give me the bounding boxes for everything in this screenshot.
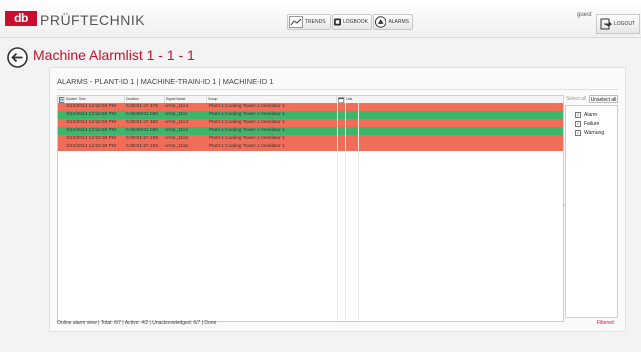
cell-duration: 0.00:01:47.450 (126, 120, 159, 125)
logbook-label: LOGBOOK (342, 19, 368, 25)
table-row[interactable]: 3/10/2014 12:52:30 PM 0.00:01:27.159 vrms_… (58, 135, 563, 143)
alarms-button[interactable]: ALARMS (373, 14, 413, 30)
logbook-button[interactable]: LOGBOOK (332, 14, 372, 30)
col-signal-name[interactable]: Signal Name (165, 96, 207, 103)
table-row[interactable]: 3/10/2014 12:52:50 PM 0.00:00:01.030 vrms_… (58, 127, 563, 135)
grid-line (345, 103, 346, 321)
cell-group: Plant 1.Cooling Tower 1.Ventilator 1 (209, 104, 285, 109)
cell-group: Plant 1.Cooling Tower 1.Ventilator 1 (209, 120, 285, 125)
filtered-indicator: Filtered (597, 320, 614, 326)
breadcrumb: ALARMS - PLANT-ID 1 | MACHINE-TRAIN-ID 1… (57, 77, 274, 86)
cell-signal-name: vrms_1111 (165, 112, 188, 117)
cell-signal-name: vrms_1114 (165, 104, 189, 109)
logbook-icon (334, 18, 341, 26)
filter-failure[interactable]: ✓ Failure (575, 121, 599, 127)
table-row[interactable]: 3/10/2014 12:52:50 PM 0.00:01:47.475 vrms_… (58, 103, 563, 111)
brand-name: PRÜFTECHNIK (40, 12, 146, 28)
divider (57, 89, 618, 90)
cell-system-time: 3/10/2014 12:52:50 PM (66, 104, 116, 109)
select-all-button[interactable]: Select all (563, 95, 589, 103)
table-row[interactable]: 3/10/2014 12:52:50 PM 0.00:00:01.030 vrms_… (58, 111, 563, 119)
col-link[interactable]: Link (345, 96, 563, 103)
page-title: Machine Alarmlist 1 - 1 - 1 (33, 47, 195, 63)
cell-signal-name: vrms_1113 (165, 120, 189, 125)
calendar-icon[interactable] (337, 96, 345, 103)
filter-alarm[interactable]: ✓ Alarm (575, 112, 597, 118)
cell-duration: 0.00:00:01.030 (126, 128, 159, 133)
cell-group: Plant 1.Cooling Tower 1.Ventilator 1 (209, 136, 285, 141)
trends-icon (289, 16, 303, 28)
cell-duration: 0.00:01:27.159 (126, 136, 159, 141)
table-row[interactable]: 3/10/2014 12:52:30 PM 0.00:01:27.159 vrms_… (58, 143, 563, 151)
cell-signal-name: vrms_1116 (165, 136, 189, 141)
trends-button[interactable]: TRENDS (287, 14, 331, 30)
filter-warnung-label: Warnung (584, 130, 605, 136)
status-bar: Online alarm view | Total: 6/7 | Active:… (57, 320, 217, 326)
alarm-type-filter: ✓ Alarm ✓ Failure ✓ Warnung (565, 105, 618, 318)
cell-group: Plant 1.Cooling Tower 1.Ventilator 1 (209, 144, 285, 149)
col-system-time[interactable]: System Time (65, 96, 125, 103)
filter-warnung[interactable]: ✓ Warnung (575, 130, 604, 136)
col-group[interactable]: Group (207, 96, 337, 103)
logout-label: LOGOUT (614, 21, 636, 27)
checkbox[interactable]: ✓ (575, 121, 581, 127)
cell-group: Plant 1.Cooling Tower 1.Ventilator 1 (209, 128, 285, 133)
cell-duration: 0.00:00:01.030 (126, 112, 159, 117)
grid-line (337, 103, 338, 321)
alarms-icon (375, 16, 387, 28)
logo: db (5, 11, 37, 26)
splitter-handle[interactable]: ‹ (563, 203, 565, 209)
cell-system-time: 3/10/2014 12:52:50 PM (66, 128, 116, 133)
unselect-all-button[interactable]: Unselect all (589, 95, 618, 103)
checkbox[interactable]: ✓ (575, 130, 581, 136)
top-bar: db PRÜFTECHNIK TRENDS LOGBOOK ALARMS gue… (0, 0, 641, 38)
col-duration[interactable]: Duration (125, 96, 165, 103)
cell-signal-name: vrms_1112 (165, 128, 189, 133)
logout-button[interactable]: LOGOUT (596, 14, 640, 34)
back-arrow-icon[interactable] (7, 47, 28, 68)
trends-label: TRENDS (305, 19, 326, 25)
cell-system-time: 3/10/2014 12:52:30 PM (66, 144, 116, 149)
grid-line (358, 103, 359, 321)
cell-duration: 0.00:01:27.159 (126, 144, 159, 149)
cell-group: Plant 1.Cooling Tower 1.Ventilator 1 (209, 112, 285, 117)
cell-signal-name: vrms_1115 (165, 144, 189, 149)
logout-icon (600, 18, 612, 30)
alarms-label: ALARMS (388, 19, 409, 25)
table-row[interactable]: 3/10/2014 12:52:50 PM 0.00:01:47.450 vrms_… (58, 119, 563, 127)
cell-system-time: 3/10/2014 12:52:50 PM (66, 120, 116, 125)
filter-failure-label: Failure (584, 121, 600, 127)
cell-system-time: 3/10/2014 12:52:50 PM (66, 112, 116, 117)
table-menu-icon[interactable] (58, 96, 65, 103)
user-name: guest (577, 12, 592, 18)
filter-alarm-label: Alarm (584, 112, 598, 118)
checkbox[interactable]: ✓ (575, 112, 581, 118)
cell-duration: 0.00:01:47.475 (126, 104, 159, 109)
alarm-table: System Time Duration Signal Name Group L… (57, 95, 564, 322)
cell-system-time: 3/10/2014 12:52:30 PM (66, 136, 116, 141)
